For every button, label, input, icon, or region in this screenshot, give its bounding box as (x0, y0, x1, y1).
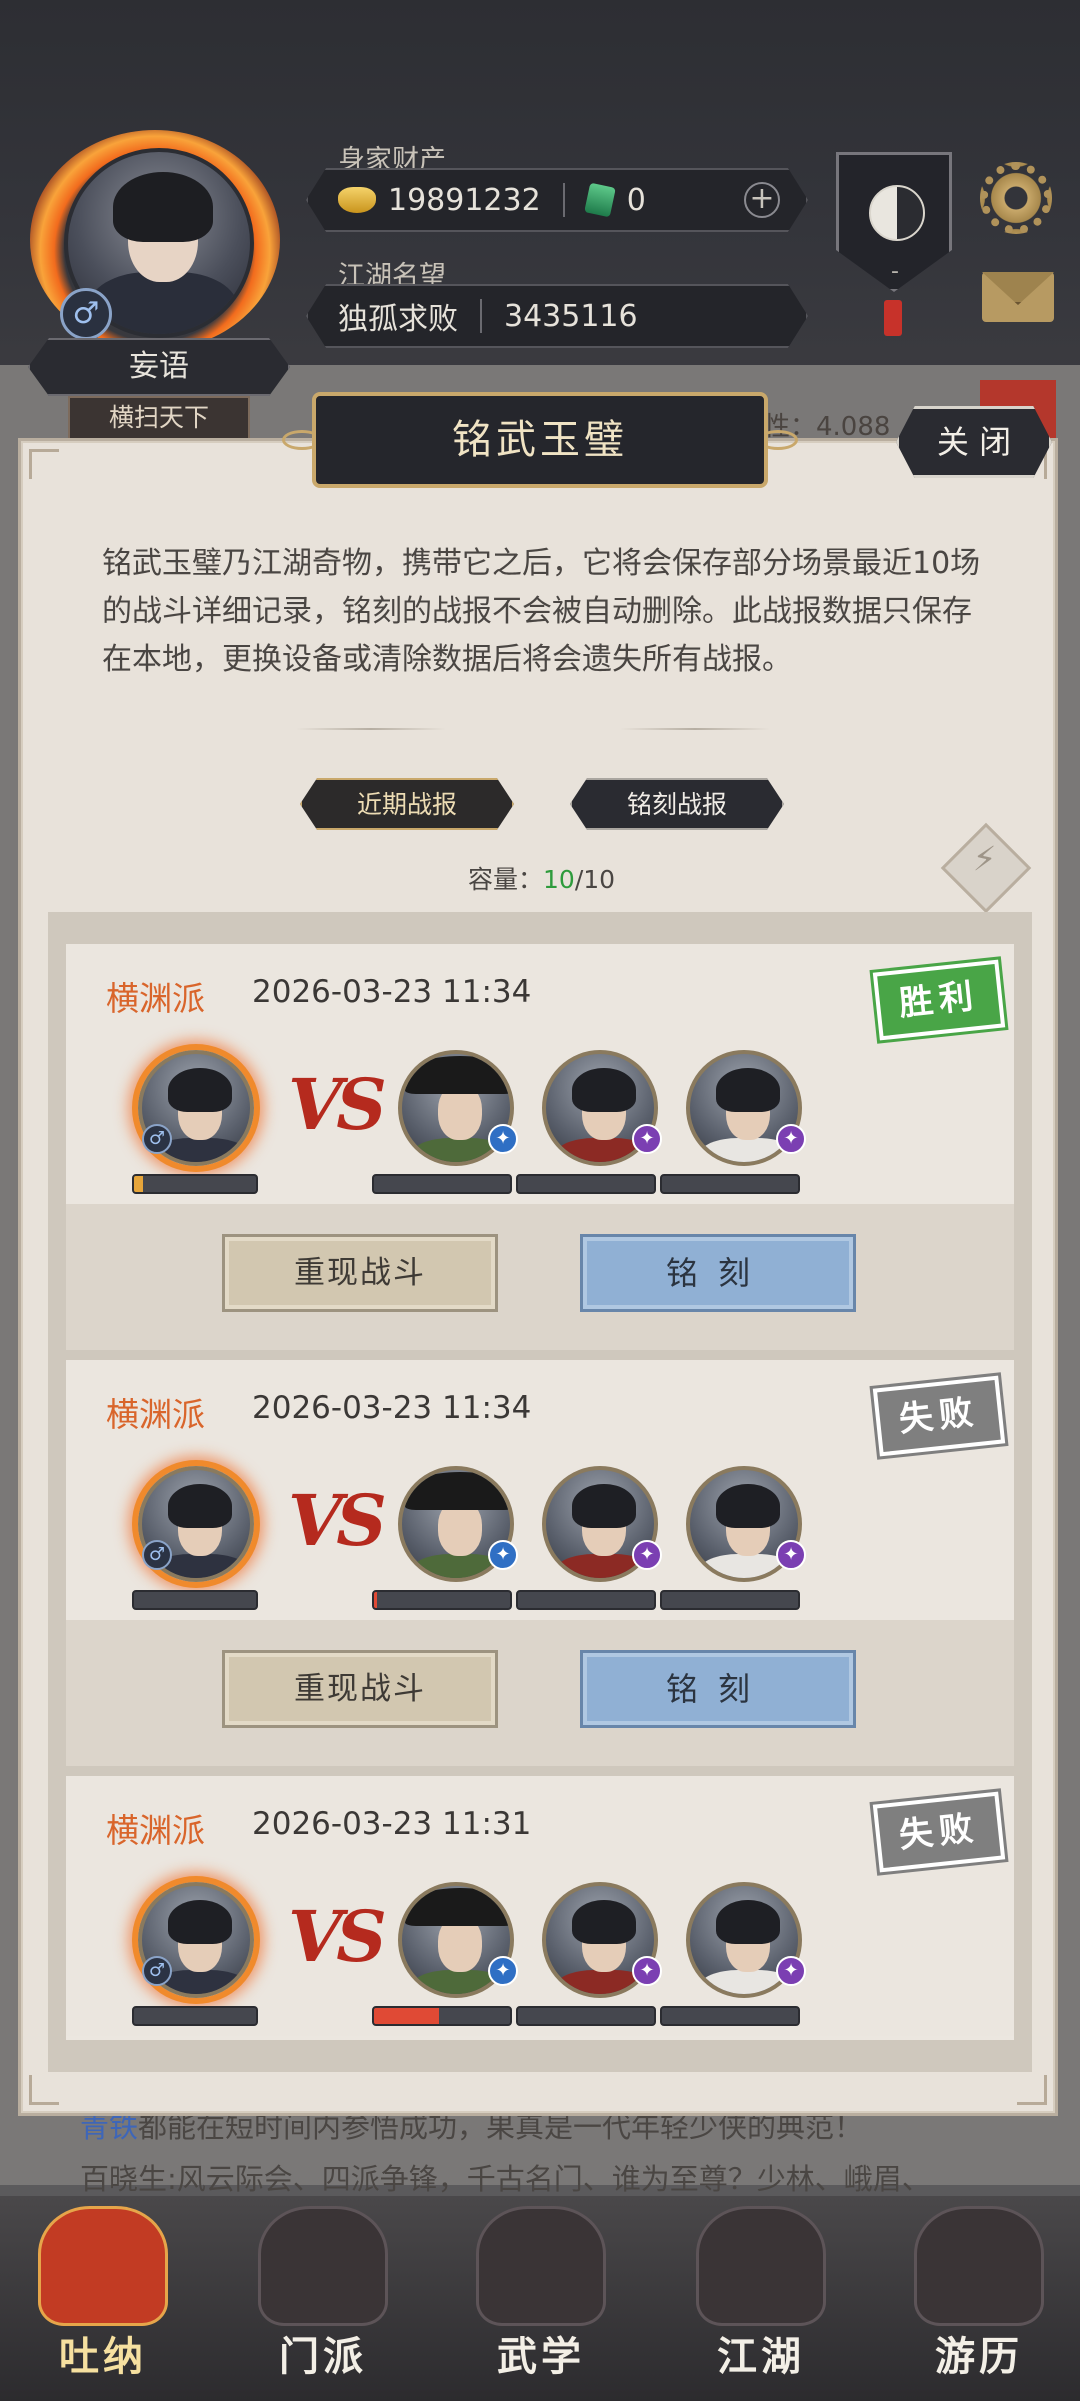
hat-icon (696, 2206, 826, 2326)
gear-icon[interactable] (980, 162, 1052, 234)
vs-icon: VS (288, 1895, 387, 1978)
class-icon: ✦ (488, 1540, 518, 1570)
tab-recent-reports[interactable]: 近期战报 (300, 778, 514, 830)
nav-item[interactable]: 游历 (904, 2206, 1054, 2396)
male-icon: ♂ (142, 1540, 172, 1570)
enemy-hp-bar (660, 2006, 800, 2026)
nav-item[interactable]: 江湖 (686, 2206, 836, 2396)
enemy-hp-bar (516, 1174, 656, 1194)
player-hp-bar (132, 1590, 258, 1610)
enemy-hp-fill (374, 1592, 377, 1608)
enemy-hp-bar (516, 2006, 656, 2026)
gold-ingot-icon (338, 187, 376, 213)
class-icon: ✦ (776, 1956, 806, 1986)
class-icon: ✦ (632, 1540, 662, 1570)
class-icon: ✦ (632, 1956, 662, 1986)
sect-name: 横渊派 (106, 1395, 205, 1434)
result-stamp: 失败 (872, 1375, 1006, 1457)
enemy-hp-fill (374, 2008, 440, 2024)
reputation-value: 3435116 (504, 298, 638, 334)
nav-label: 门派 (279, 2333, 367, 2380)
battle-record: 横渊派 2026-03-23 11:34 胜利 ♂ VS ✦ ✦ ✦ 重现战斗 铭刻 (66, 944, 1014, 1350)
sect-name: 横渊派 (106, 1811, 205, 1850)
male-icon: ♂ (60, 288, 112, 340)
replay-battle-button[interactable]: 重现战斗 (222, 1650, 498, 1728)
engrave-button[interactable]: 铭刻 (580, 1234, 856, 1312)
class-icon: ✦ (776, 1540, 806, 1570)
result-stamp: 胜利 (872, 959, 1006, 1041)
battle-record: 横渊派 2026-03-23 11:31 失败 ♂ VS ✦ ✦ ✦ (66, 1776, 1014, 2040)
nav-item[interactable]: 门派 (248, 2206, 398, 2396)
record-time: 2026-03-23 11:31 (252, 1806, 532, 1842)
class-icon: ✦ (488, 1956, 518, 1986)
nav-item[interactable]: 武学 (466, 2206, 616, 2396)
wealth-bar: 19891232 0 + (306, 168, 808, 232)
gold-amount: 19891232 (388, 182, 541, 218)
nav-label: 江湖 (717, 2333, 805, 2380)
nav-item[interactable]: 吐纳 (28, 2206, 178, 2396)
capacity: 容量：10/10 (468, 865, 616, 894)
male-icon: ♂ (142, 1956, 172, 1986)
jade-icon (583, 182, 616, 218)
enemy-hp-bar (660, 1590, 800, 1610)
book-icon (476, 2206, 606, 2326)
chat-line-2: 百晓生:风云际会、四派争锋，千古名门、谁为至尊？少林、峨眉、 (80, 2162, 931, 2196)
jade-amount: 0 (626, 182, 646, 218)
result-stamp: 失败 (872, 1791, 1006, 1873)
player-hp-bar (132, 1174, 258, 1194)
player-hp-fill (134, 1176, 143, 1192)
taiji-level: - (891, 259, 899, 284)
class-icon: ✦ (488, 1124, 518, 1154)
player-title: 横扫天下 (68, 396, 250, 440)
player-avatar[interactable]: ♂ (30, 130, 280, 350)
modal-description: 铭武玉璧乃江湖奇物，携带它之后，它将会保存部分场景最近10场的战斗详细记录，铭刻… (102, 546, 981, 677)
enemy-hp-bar (372, 1590, 512, 1610)
tassel-icon (884, 300, 902, 336)
player-name: 妄语 (28, 338, 290, 396)
enemy-hp-bar (372, 1174, 512, 1194)
engrave-button[interactable]: 铭刻 (580, 1650, 856, 1728)
modal-title: 铭武玉璧 (312, 392, 768, 488)
record-time: 2026-03-23 11:34 (252, 1390, 532, 1426)
record-time: 2026-03-23 11:34 (252, 974, 532, 1010)
enemy-hp-bar (372, 2006, 512, 2026)
rank-name: 独孤求败 (338, 302, 458, 337)
enemy-hp-bar (516, 1590, 656, 1610)
add-currency-button[interactable]: + (744, 182, 780, 218)
nav-label: 游历 (935, 2333, 1023, 2380)
nav-label: 吐纳 (59, 2333, 147, 2380)
close-button[interactable]: 关 闭 (896, 406, 1052, 478)
horse-icon (914, 2206, 1044, 2326)
banner-icon (258, 2206, 388, 2326)
tab-engraved-reports[interactable]: 铭刻战报 (570, 778, 784, 830)
nav-label: 武学 (497, 2333, 585, 2380)
battle-record: 横渊派 2026-03-23 11:34 失败 ♂ VS ✦ ✦ ✦ 重现战斗 铭刻 (66, 1360, 1014, 1766)
player-hp-bar (132, 2006, 258, 2026)
class-icon: ✦ (632, 1124, 662, 1154)
male-icon: ♂ (142, 1124, 172, 1154)
vs-icon: VS (288, 1479, 387, 1562)
vs-icon: VS (288, 1063, 387, 1146)
replay-battle-button[interactable]: 重现战斗 (222, 1234, 498, 1312)
enemy-hp-bar (660, 1174, 800, 1194)
reputation-bar: 独孤求败 3435116 (306, 284, 808, 348)
mail-icon[interactable] (982, 272, 1054, 322)
class-icon: ✦ (776, 1124, 806, 1154)
gourd-icon (38, 2206, 168, 2326)
taiji-icon (869, 185, 925, 241)
sect-name: 横渊派 (106, 979, 205, 1018)
